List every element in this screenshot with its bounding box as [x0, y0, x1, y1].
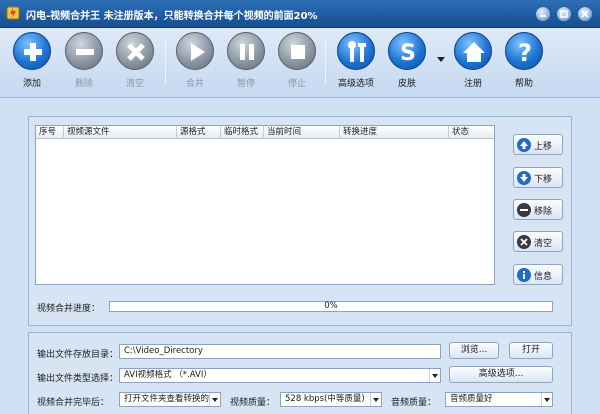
video-quality-value: 528 kbps(中等质量) — [285, 394, 365, 404]
minus-icon — [517, 203, 531, 217]
browse-button[interactable]: 浏览... — [449, 342, 499, 359]
minimize-button[interactable] — [535, 6, 551, 22]
output-type-value: AVI视频格式 （*.AVI） — [124, 370, 212, 380]
column-index[interactable]: 序号 — [36, 126, 64, 139]
audio-quality-value: 音频质量好 — [450, 394, 493, 404]
merge-progress-text: 0% — [324, 301, 338, 311]
move-down-button[interactable]: 下移 — [513, 167, 563, 188]
file-list-panel: 序号 视频源文件 源格式 临时格式 当前时间 转换进度 状态 上移 下移 移除 … — [28, 116, 572, 326]
close-button[interactable] — [577, 6, 593, 22]
info-label: 信息 — [534, 272, 553, 282]
question-icon: ? — [505, 32, 543, 70]
clear-label: 清空 — [125, 79, 144, 89]
list-header: 序号 视频源文件 源格式 临时格式 当前时间 转换进度 状态 — [36, 126, 494, 139]
dropdown-arrow-icon — [370, 393, 381, 406]
svg-text:?: ? — [518, 39, 532, 67]
window-title: 闪电-视频合并王 未注册版本，只能转换合并每个视频的前面20% — [26, 11, 318, 22]
dropdown-arrow-icon — [541, 393, 552, 406]
advanced-options-button[interactable]: 高级选项 — [331, 32, 381, 96]
column-conversion-progress[interactable]: 转换进度 — [340, 126, 449, 139]
stop-icon — [278, 32, 316, 70]
pause-button[interactable]: 暂停 — [221, 32, 271, 96]
delete-button[interactable]: 删除 — [59, 32, 109, 96]
after-merge-label: 视频合并完毕后： — [37, 398, 110, 408]
output-dir-field[interactable]: C:\Video_Directory — [119, 344, 441, 359]
skin-button[interactable]: S 皮肤 — [382, 32, 432, 96]
info-button[interactable]: 信息 — [513, 264, 563, 285]
column-status[interactable]: 状态 — [449, 126, 494, 139]
arrow-down-icon — [517, 171, 531, 185]
remove-label: 移除 — [534, 207, 553, 217]
output-type-select[interactable]: AVI视频格式 （*.AVI） — [119, 368, 441, 383]
after-merge-select[interactable]: 打开文件夹查看转换的 — [119, 392, 221, 407]
title-bar: 闪电-视频合并王 未注册版本，只能转换合并每个视频的前面20% — [0, 0, 600, 28]
move-up-button[interactable]: 上移 — [513, 134, 563, 155]
column-source-format[interactable]: 源格式 — [177, 126, 221, 139]
audio-quality-select[interactable]: 音频质量好 — [445, 392, 553, 407]
video-quality-label: 视频质量： — [230, 398, 276, 408]
clear-list-button[interactable]: 清空 — [513, 231, 563, 252]
stop-label: 停止 — [287, 79, 306, 89]
minus-icon — [65, 32, 103, 70]
output-dir-label: 输出文件存放目录： — [37, 350, 119, 360]
remove-button[interactable]: 移除 — [513, 199, 563, 220]
column-current-time[interactable]: 当前时间 — [264, 126, 340, 139]
advanced-options-settings-button[interactable]: 高级选项... — [449, 366, 553, 383]
register-button[interactable]: 注册 — [448, 32, 498, 96]
help-button[interactable]: ? 帮助 — [499, 32, 549, 96]
video-quality-select[interactable]: 528 kbps(中等质量) — [280, 392, 382, 407]
clear-list-label: 清空 — [534, 239, 553, 249]
svg-text:S: S — [400, 41, 416, 66]
info-icon — [517, 268, 531, 282]
merge-button[interactable]: 合并 — [170, 32, 220, 96]
skin-label: 皮肤 — [397, 79, 416, 89]
merge-progress-bar: 0% — [109, 301, 553, 312]
video-file-list[interactable]: 序号 视频源文件 源格式 临时格式 当前时间 转换进度 状态 — [35, 125, 495, 285]
play-icon — [176, 32, 214, 70]
tools-icon — [337, 32, 375, 70]
app-icon — [6, 6, 20, 20]
arrow-up-icon — [517, 138, 531, 152]
column-temp-format[interactable]: 临时格式 — [221, 126, 264, 139]
output-type-label: 输出文件类型选择： — [37, 374, 119, 384]
move-down-label: 下移 — [534, 175, 553, 185]
skin-s-icon: S — [388, 32, 426, 70]
move-up-label: 上移 — [534, 142, 553, 152]
open-button[interactable]: 打开 — [509, 342, 553, 359]
stop-button[interactable]: 停止 — [272, 32, 322, 96]
x-icon — [116, 32, 154, 70]
dropdown-arrow-icon — [209, 393, 220, 406]
x-icon — [517, 235, 531, 249]
plus-icon — [13, 32, 51, 70]
clear-button[interactable]: 清空 — [110, 32, 160, 96]
dropdown-arrow-icon — [429, 369, 440, 382]
pause-icon — [227, 32, 265, 70]
toolbar: 添加 删除 清空 合并 暂停 停止 高级选项 S 皮肤 注册 ? 帮助 — [0, 28, 600, 98]
maximize-button[interactable] — [556, 6, 572, 22]
merge-progress-label: 视频合并进度： — [37, 304, 101, 314]
home-icon — [454, 32, 492, 70]
after-merge-value: 打开文件夹查看转换的 — [124, 394, 210, 404]
output-settings-panel: 输出文件存放目录： C:\Video_Directory 浏览... 打开 输出… — [28, 332, 572, 414]
column-source-file[interactable]: 视频源文件 — [64, 126, 177, 139]
skin-dropdown-arrow-icon[interactable] — [437, 57, 445, 62]
add-button[interactable]: 添加 — [7, 32, 57, 96]
help-label: 帮助 — [514, 79, 533, 89]
audio-quality-label: 音频质量： — [391, 398, 437, 408]
